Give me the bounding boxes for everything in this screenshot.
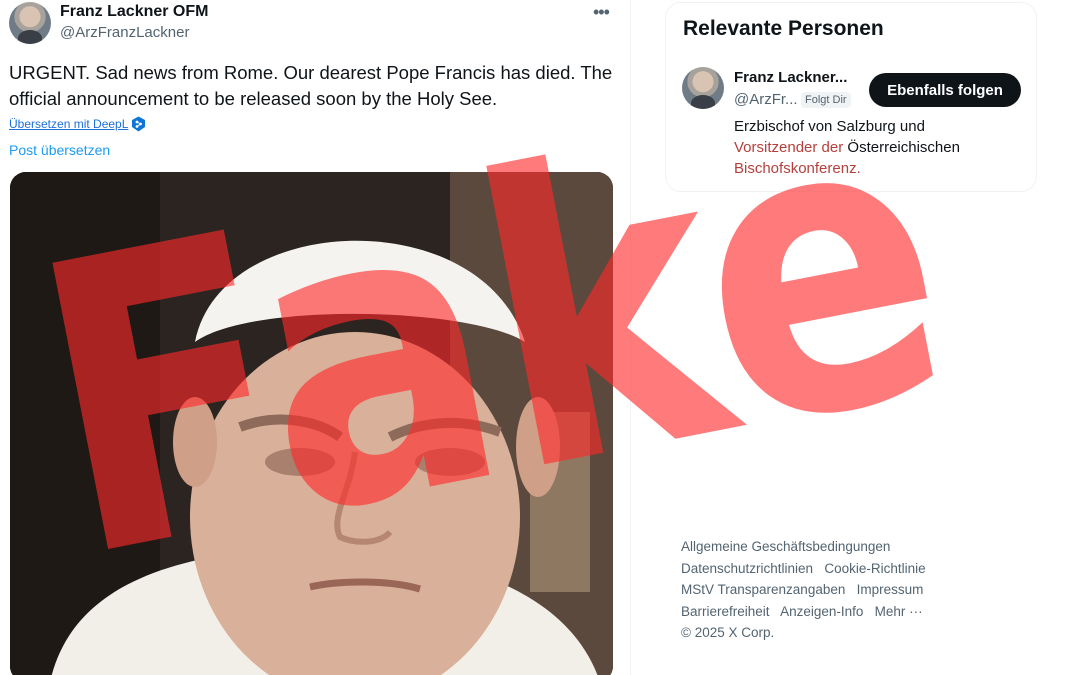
- tweet-photo[interactable]: [10, 172, 613, 675]
- footer-links: Allgemeine Geschäftsbedingungen Datensch…: [681, 536, 971, 644]
- footer-link-terms[interactable]: Allgemeine Geschäftsbedingungen: [681, 539, 890, 554]
- person-name[interactable]: Franz Lackner...: [734, 69, 847, 86]
- footer-link-mstv[interactable]: MStV Transparenzangaben: [681, 582, 845, 597]
- relevant-persons-title: Relevante Personen: [683, 17, 884, 40]
- footer-link-cookies[interactable]: Cookie-Richtlinie: [824, 561, 925, 576]
- translate-post-link[interactable]: Post übersetzen: [9, 142, 110, 158]
- bio-text-highlight: Vorsitzender der: [734, 139, 848, 156]
- bio-text-highlight: Bischofskonferenz.: [734, 160, 861, 177]
- person-bio: Erzbischof von Salzburg und Vorsitzender…: [734, 116, 1004, 179]
- column-divider: [630, 0, 631, 675]
- translate-deepl-link[interactable]: Übersetzen mit DeepL: [9, 117, 128, 131]
- author-avatar[interactable]: [9, 2, 51, 44]
- more-options-icon[interactable]: •••: [593, 2, 610, 23]
- footer-link-imprint[interactable]: Impressum: [857, 582, 924, 597]
- footer-link-privacy[interactable]: Datenschutzrichtlinien: [681, 561, 813, 576]
- author-handle[interactable]: @ArzFranzLackner: [60, 24, 189, 41]
- footer-link-ads-info[interactable]: Anzeigen-Info: [780, 604, 863, 619]
- person-handle[interactable]: @ArzFr...: [734, 91, 798, 108]
- person-avatar[interactable]: [682, 67, 724, 109]
- tweet: Franz Lackner OFM @ArzFranzLackner ••• U…: [0, 0, 630, 675]
- bio-text: Erzbischof von Salzburg und: [734, 118, 925, 135]
- deepl-icon[interactable]: [131, 116, 146, 132]
- follows-you-badge: Folgt Dir: [801, 92, 851, 108]
- footer-copyright: © 2025 X Corp.: [681, 625, 775, 640]
- footer-link-accessibility[interactable]: Barrierefreiheit: [681, 604, 770, 619]
- pope-photo-illustration: [10, 172, 613, 675]
- bio-text: Österreichischen: [847, 139, 960, 156]
- follow-button[interactable]: Ebenfalls folgen: [869, 73, 1021, 107]
- footer-link-more[interactable]: Mehr ···: [875, 604, 923, 619]
- author-name[interactable]: Franz Lackner OFM: [60, 3, 208, 21]
- relevant-persons-card: Relevante Personen Franz Lackner... @Arz…: [665, 2, 1037, 192]
- tweet-text: URGENT. Sad news from Rome. Our dearest …: [9, 62, 613, 109]
